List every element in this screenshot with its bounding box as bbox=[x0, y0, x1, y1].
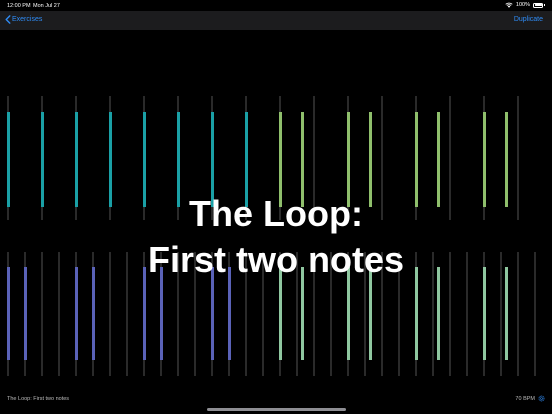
exercise-title-line1: The Loop: bbox=[189, 193, 363, 234]
back-button-label: Exercises bbox=[12, 16, 43, 23]
status-time: 12:00 PM bbox=[7, 3, 31, 9]
battery-tip bbox=[544, 3, 545, 7]
status-date: Mon Jul 27 bbox=[33, 3, 60, 9]
home-indicator bbox=[207, 408, 346, 411]
battery-icon bbox=[533, 2, 543, 8]
status-right: 100% bbox=[505, 2, 545, 8]
chevron-left-icon bbox=[5, 15, 11, 24]
exercise-name-label: The Loop: First two notes bbox=[7, 396, 70, 402]
duplicate-button[interactable]: Duplicate bbox=[514, 16, 543, 23]
status-bar: 12:00 PM Mon Jul 27 100% bbox=[0, 0, 552, 11]
battery-percent: 100% bbox=[515, 2, 530, 8]
back-button[interactable]: Exercises bbox=[5, 15, 42, 24]
exercise-title-line2: First two notes bbox=[147, 239, 404, 280]
gear-icon[interactable] bbox=[538, 395, 545, 402]
nav-bar: Exercises Duplicate bbox=[0, 11, 552, 30]
tempo-label[interactable]: 70 BPM bbox=[515, 396, 535, 402]
wifi-icon bbox=[505, 2, 513, 8]
